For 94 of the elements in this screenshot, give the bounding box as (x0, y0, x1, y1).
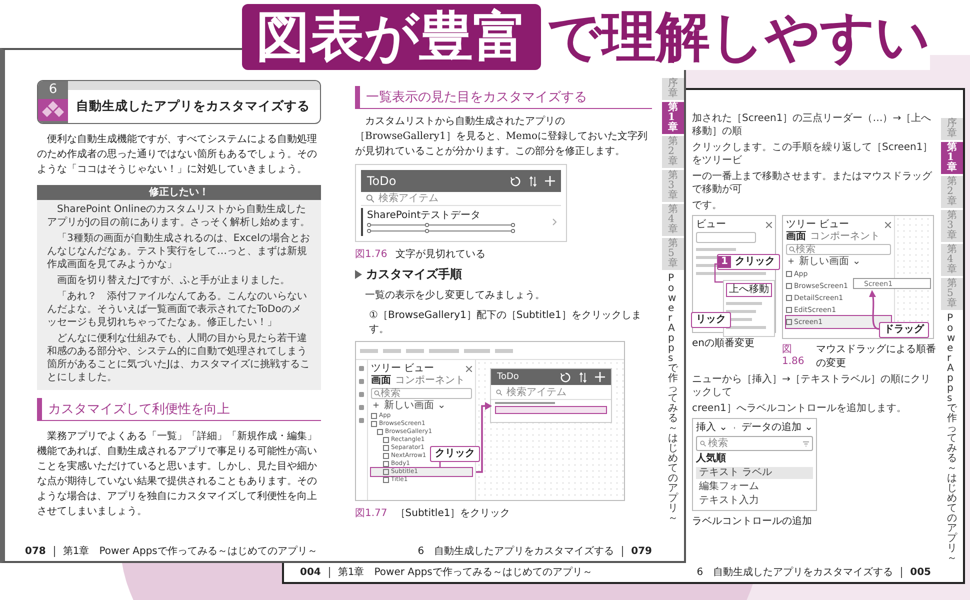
figure-number: 図1.86 (782, 343, 806, 369)
intro-paragraph: 便利な自動生成機能ですが、すべてシステムによる自動処理のため作成者の思った通りではない箇所もあるでしょう。そのような「ココはそうじゃない！」に対処していきましょう。 (37, 132, 318, 177)
add-data-menu[interactable]: データの追加 ⌄ (741, 422, 813, 434)
panel-tab[interactable]: コンポーネント (395, 375, 465, 387)
chapter-tab[interactable]: 第1章 (662, 102, 684, 134)
page-number: 078 (25, 546, 55, 556)
column-paragraph: 「あれ？ 添付ファイルなんてある。こんなのいらないんだよな。そういえば一覧画面で表示されてたToDoのメッセージも見切れちゃってたなぁ。修正したい！」 (47, 290, 308, 329)
menu-item[interactable]: 編集フォーム (696, 481, 813, 493)
add-icon[interactable] (595, 372, 605, 382)
chevron-icon (552, 218, 557, 226)
search-icon (374, 390, 381, 397)
close-icon[interactable] (885, 222, 891, 228)
app-title: ToDo (367, 174, 398, 188)
body-text-line: クリックします。この手順を繰り返して［Screen1］をツリービ (692, 141, 934, 167)
column-paragraph: どんなに便利な仕組みでも、人間の目から見たら若干違和感のある部分や、システム的に自動で処理されてしまう箇所があることに気づいたJは、カスタマイズに挑戦することにしました。 (47, 332, 311, 384)
menu-item[interactable]: テキスト ラベル (696, 467, 813, 479)
new-screen-button[interactable]: ＋ 新しい画面 ⌄ (371, 400, 472, 412)
column-title: 修正したい！ (37, 185, 321, 200)
figure-caption: ［Subtitle1］をクリック (395, 507, 510, 520)
arrow (869, 290, 880, 330)
panel-title: ツリー ビュー (786, 219, 850, 231)
body-text-line: です。 (692, 199, 723, 212)
group-label: 人気順 (696, 453, 727, 465)
panel-tab[interactable]: コンポーネント (810, 231, 880, 243)
callout: リック (691, 312, 731, 328)
search-field[interactable]: 検索 (696, 436, 813, 451)
app-title: ToDo (497, 372, 520, 382)
leader-line (439, 461, 441, 468)
menu-item[interactable]: テキスト入力 (696, 495, 813, 507)
side-title: Power Appsで作ってみる～はじめてのアプリ～ (668, 274, 678, 524)
search-field[interactable] (696, 232, 756, 243)
section-heading: 一覧表示の見た目をカスタマイズする (355, 86, 652, 109)
search-icon (496, 388, 502, 396)
item-title: SharePointテストデータ (367, 210, 482, 222)
page-number: 079 (622, 546, 652, 556)
arrow (476, 402, 492, 473)
search-icon (366, 194, 374, 203)
figure-caption: マウスドラッグによる順番の変更 (816, 342, 937, 370)
text-line (696, 272, 766, 275)
callout: ドラッグ (879, 322, 929, 338)
search-input[interactable]: 検索 (708, 437, 802, 450)
section-title: 自動生成したアプリをカスタマイズする (68, 81, 320, 123)
figure-number: 図1.77 (355, 507, 388, 520)
step-number: 1 (718, 256, 731, 268)
panel-title: ツリー ビュー (371, 363, 434, 375)
filter-icon[interactable] (803, 440, 809, 446)
panel-tab[interactable]: 画面 (786, 231, 806, 243)
column-paragraph: 「3種類の画面が自動生成されるのは、Excelの場合とおんなじなんだなぁ。テスト実行をして…っと、まずは新規作成画面を見てみようかな」 (47, 232, 311, 271)
side-title: Power Appsで作ってみる～はじめてのアプリ～ (947, 314, 957, 564)
figure-caption: ラベルコントロールの追加 (692, 514, 813, 528)
running-head: 6 自動生成したアプリをカスタマイズする (418, 544, 614, 558)
close-icon[interactable] (766, 222, 772, 228)
body-text-line: ーの一番上まで移動させます。またはマウスドラッグで移動が可 (692, 170, 933, 196)
sort-icon[interactable] (579, 372, 587, 382)
text-line (495, 402, 555, 404)
body-text-line: 加された［Screen1］の三点リーダー（…）→［上へ移動］の順 (692, 112, 932, 138)
step-text: ①［BrowseGallery1］配下の［Subtitle1］をクリックします。 (368, 309, 642, 336)
running-head: 6 自動生成したアプリをカスタマイズする (696, 566, 894, 579)
section-number: 6 (48, 81, 58, 99)
procedure-heading: カスタマイズ手順 (366, 266, 462, 283)
page-number: 005 (901, 566, 931, 578)
text-line (696, 248, 736, 251)
triangle-icon (355, 270, 362, 279)
figure-caption: 文字が見切れている (395, 248, 486, 261)
insert-menu[interactable]: 挿入 ⌄ (696, 422, 728, 434)
figure-number: 図1.76 (355, 248, 388, 261)
close-icon[interactable] (466, 366, 472, 372)
body-paragraph: 業務アプリでよくある「一覧」「詳細」「新規作成・編集」機能であれば、自動生成されるアプリで事足りる可能性が高いことを実感いただけていると思います。しかし、見た目や細かな点が期待していない結果で提供されることもあります。そのような場合は、アプリを独自にカスタマイズして利便性を向上させてしまいましょう。 (37, 430, 318, 519)
section-heading: カスタマイズして利便性を向上 (37, 398, 321, 421)
search-icon (789, 246, 796, 253)
body-text-line: creen1］へラベルコントロールを追加します。 (692, 402, 908, 415)
menu-item[interactable]: 上へ移動 (726, 283, 772, 297)
column-paragraph: 画面を切り替えたJですが、ふと手が止まりました。 (56, 274, 291, 287)
running-head: 第1章 Power Appsで作ってみる～はじめてのアプリ～ (338, 566, 592, 579)
running-head: 第1章 Power Appsで作ってみる～はじめてのアプリ～ (62, 544, 318, 558)
search-field[interactable]: 検索アイテム (378, 192, 556, 205)
refresh-icon[interactable] (510, 176, 521, 186)
search-field[interactable]: 検索アイテム (506, 386, 606, 398)
sort-icon[interactable] (529, 176, 537, 186)
body-paragraph: カスタムリストから自動生成されたアプリの［BrowseGallery1］を見ると、Memoに登録しておいた文字列が見切れていることが分かります。この部分を修正します。 (355, 114, 648, 159)
callout: クリック (430, 446, 480, 462)
chapter-tab[interactable]: 第1章 (941, 142, 963, 174)
panel-tab[interactable]: 画面 (371, 375, 391, 387)
banner-highlight: 図表が豊富 (242, 4, 541, 70)
figure-caption: enの順番変更 (692, 336, 756, 350)
page-number: 004 (300, 566, 330, 578)
column-paragraph: SharePoint Onlineのカスタムリストから自動生成したアプリがJの目の前にあります。さっそく解析し始めます。 (47, 203, 311, 229)
new-screen-button[interactable]: ＋ 新しい画面 ⌄ (786, 256, 891, 268)
panel-title: ビュー (696, 219, 726, 231)
procedure-intro: 一覧の表示を少し変更してみましょう。 (364, 288, 546, 303)
search-icon (700, 440, 706, 447)
callout-text: クリック (734, 256, 775, 268)
add-icon[interactable] (545, 176, 555, 186)
refresh-icon[interactable] (560, 372, 571, 382)
